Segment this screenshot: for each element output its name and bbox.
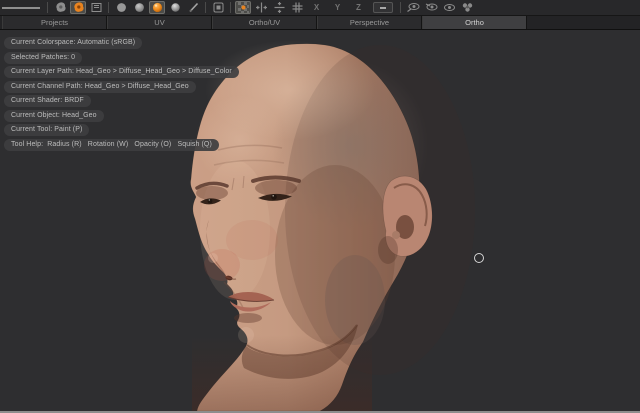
tab-label: Projects <box>41 18 68 27</box>
viewport-tab-bar: Projects UV Ortho/UV Perspective Ortho <box>0 16 640 30</box>
main-toolbar: X Y Z <box>0 0 640 16</box>
axis-x-button[interactable]: X <box>308 1 325 14</box>
projection-eye-button-2[interactable] <box>423 1 439 14</box>
mirror-off-button[interactable] <box>235 1 251 14</box>
hud-selected-patches: Selected Patches: 0 <box>4 52 82 64</box>
basic-lighting-icon <box>133 1 146 14</box>
tab-label: Ortho <box>465 18 484 27</box>
viewport-canvas[interactable]: Current Colorspace: Automatic (sRGB) Sel… <box>0 30 640 411</box>
tab-bar-filler <box>527 16 640 29</box>
tab-perspective[interactable]: Perspective <box>317 16 422 29</box>
brush-cursor <box>474 253 484 263</box>
toolbar-separator <box>400 2 401 13</box>
tab-uv[interactable]: UV <box>107 16 212 29</box>
mirror-y-button[interactable] <box>271 1 287 14</box>
tab-label: Ortho/UV <box>249 18 280 27</box>
flat-lighting-icon <box>115 1 128 14</box>
tab-label: UV <box>154 18 164 27</box>
axis-y-button[interactable]: Y <box>329 1 346 14</box>
projection-eye-icon-2 <box>424 1 438 14</box>
paint-tool-icon <box>54 1 67 14</box>
mirror-grid-button[interactable] <box>289 1 305 14</box>
hud-channel-path: Current Channel Path: Head_Geo > Diffuse… <box>4 81 196 93</box>
projection-eye-icon-3 <box>442 1 456 14</box>
tab-ortho[interactable]: Ortho <box>422 16 527 29</box>
projection-eye-button-3[interactable] <box>441 1 457 14</box>
pen-icon <box>187 1 200 14</box>
paint-through-tool-icon <box>72 1 85 14</box>
tab-label: Perspective <box>350 18 389 27</box>
full-lighting-button[interactable] <box>149 1 165 14</box>
toolbar-drag-handle[interactable] <box>2 7 40 9</box>
toolbar-separator <box>47 2 48 13</box>
monitor-icon <box>212 1 225 14</box>
mirror-x-button[interactable] <box>253 1 269 14</box>
toolbar-separator <box>205 2 206 13</box>
hud-layer-path: Current Layer Path: Head_Geo > Diffuse_H… <box>4 66 239 78</box>
toolbar-separator <box>108 2 109 13</box>
pen-button[interactable] <box>185 1 201 14</box>
petal-icon <box>460 1 474 14</box>
dash-button[interactable] <box>373 2 393 13</box>
projection-panel-button[interactable] <box>88 1 104 14</box>
toolbar-separator <box>230 2 231 13</box>
basic-lighting-button[interactable] <box>131 1 147 14</box>
full-lighting-icon <box>151 1 164 14</box>
hud-overlay: Current Colorspace: Automatic (sRGB) Sel… <box>4 37 239 153</box>
shadow-lighting-icon <box>169 1 182 14</box>
shadow-lighting-button[interactable] <box>167 1 183 14</box>
mirror-x-icon <box>255 1 268 14</box>
hud-tool-help: Tool Help: Radius (R) Rotation (W) Opaci… <box>4 139 219 151</box>
hud-object: Current Object: Head_Geo <box>4 110 104 122</box>
paint-through-tool-button[interactable] <box>70 1 86 14</box>
mirror-grid-icon <box>291 1 304 14</box>
hud-shader: Current Shader: BRDF <box>4 95 91 107</box>
petal-button[interactable] <box>459 1 475 14</box>
axis-z-button[interactable]: Z <box>350 1 367 14</box>
projection-eye-button-1[interactable] <box>405 1 421 14</box>
hud-colorspace: Current Colorspace: Automatic (sRGB) <box>4 37 142 49</box>
mirror-off-icon <box>237 1 250 14</box>
projection-eye-icon-1 <box>406 1 420 14</box>
tab-projects[interactable]: Projects <box>2 16 107 29</box>
flat-lighting-button[interactable] <box>113 1 129 14</box>
projection-panel-icon <box>90 1 103 14</box>
tab-ortho-uv[interactable]: Ortho/UV <box>212 16 317 29</box>
monitor-button[interactable] <box>210 1 226 14</box>
hud-tool: Current Tool: Paint (P) <box>4 124 89 136</box>
paint-tool-button[interactable] <box>52 1 68 14</box>
mirror-y-icon <box>273 1 286 14</box>
dash-icon <box>380 7 386 9</box>
